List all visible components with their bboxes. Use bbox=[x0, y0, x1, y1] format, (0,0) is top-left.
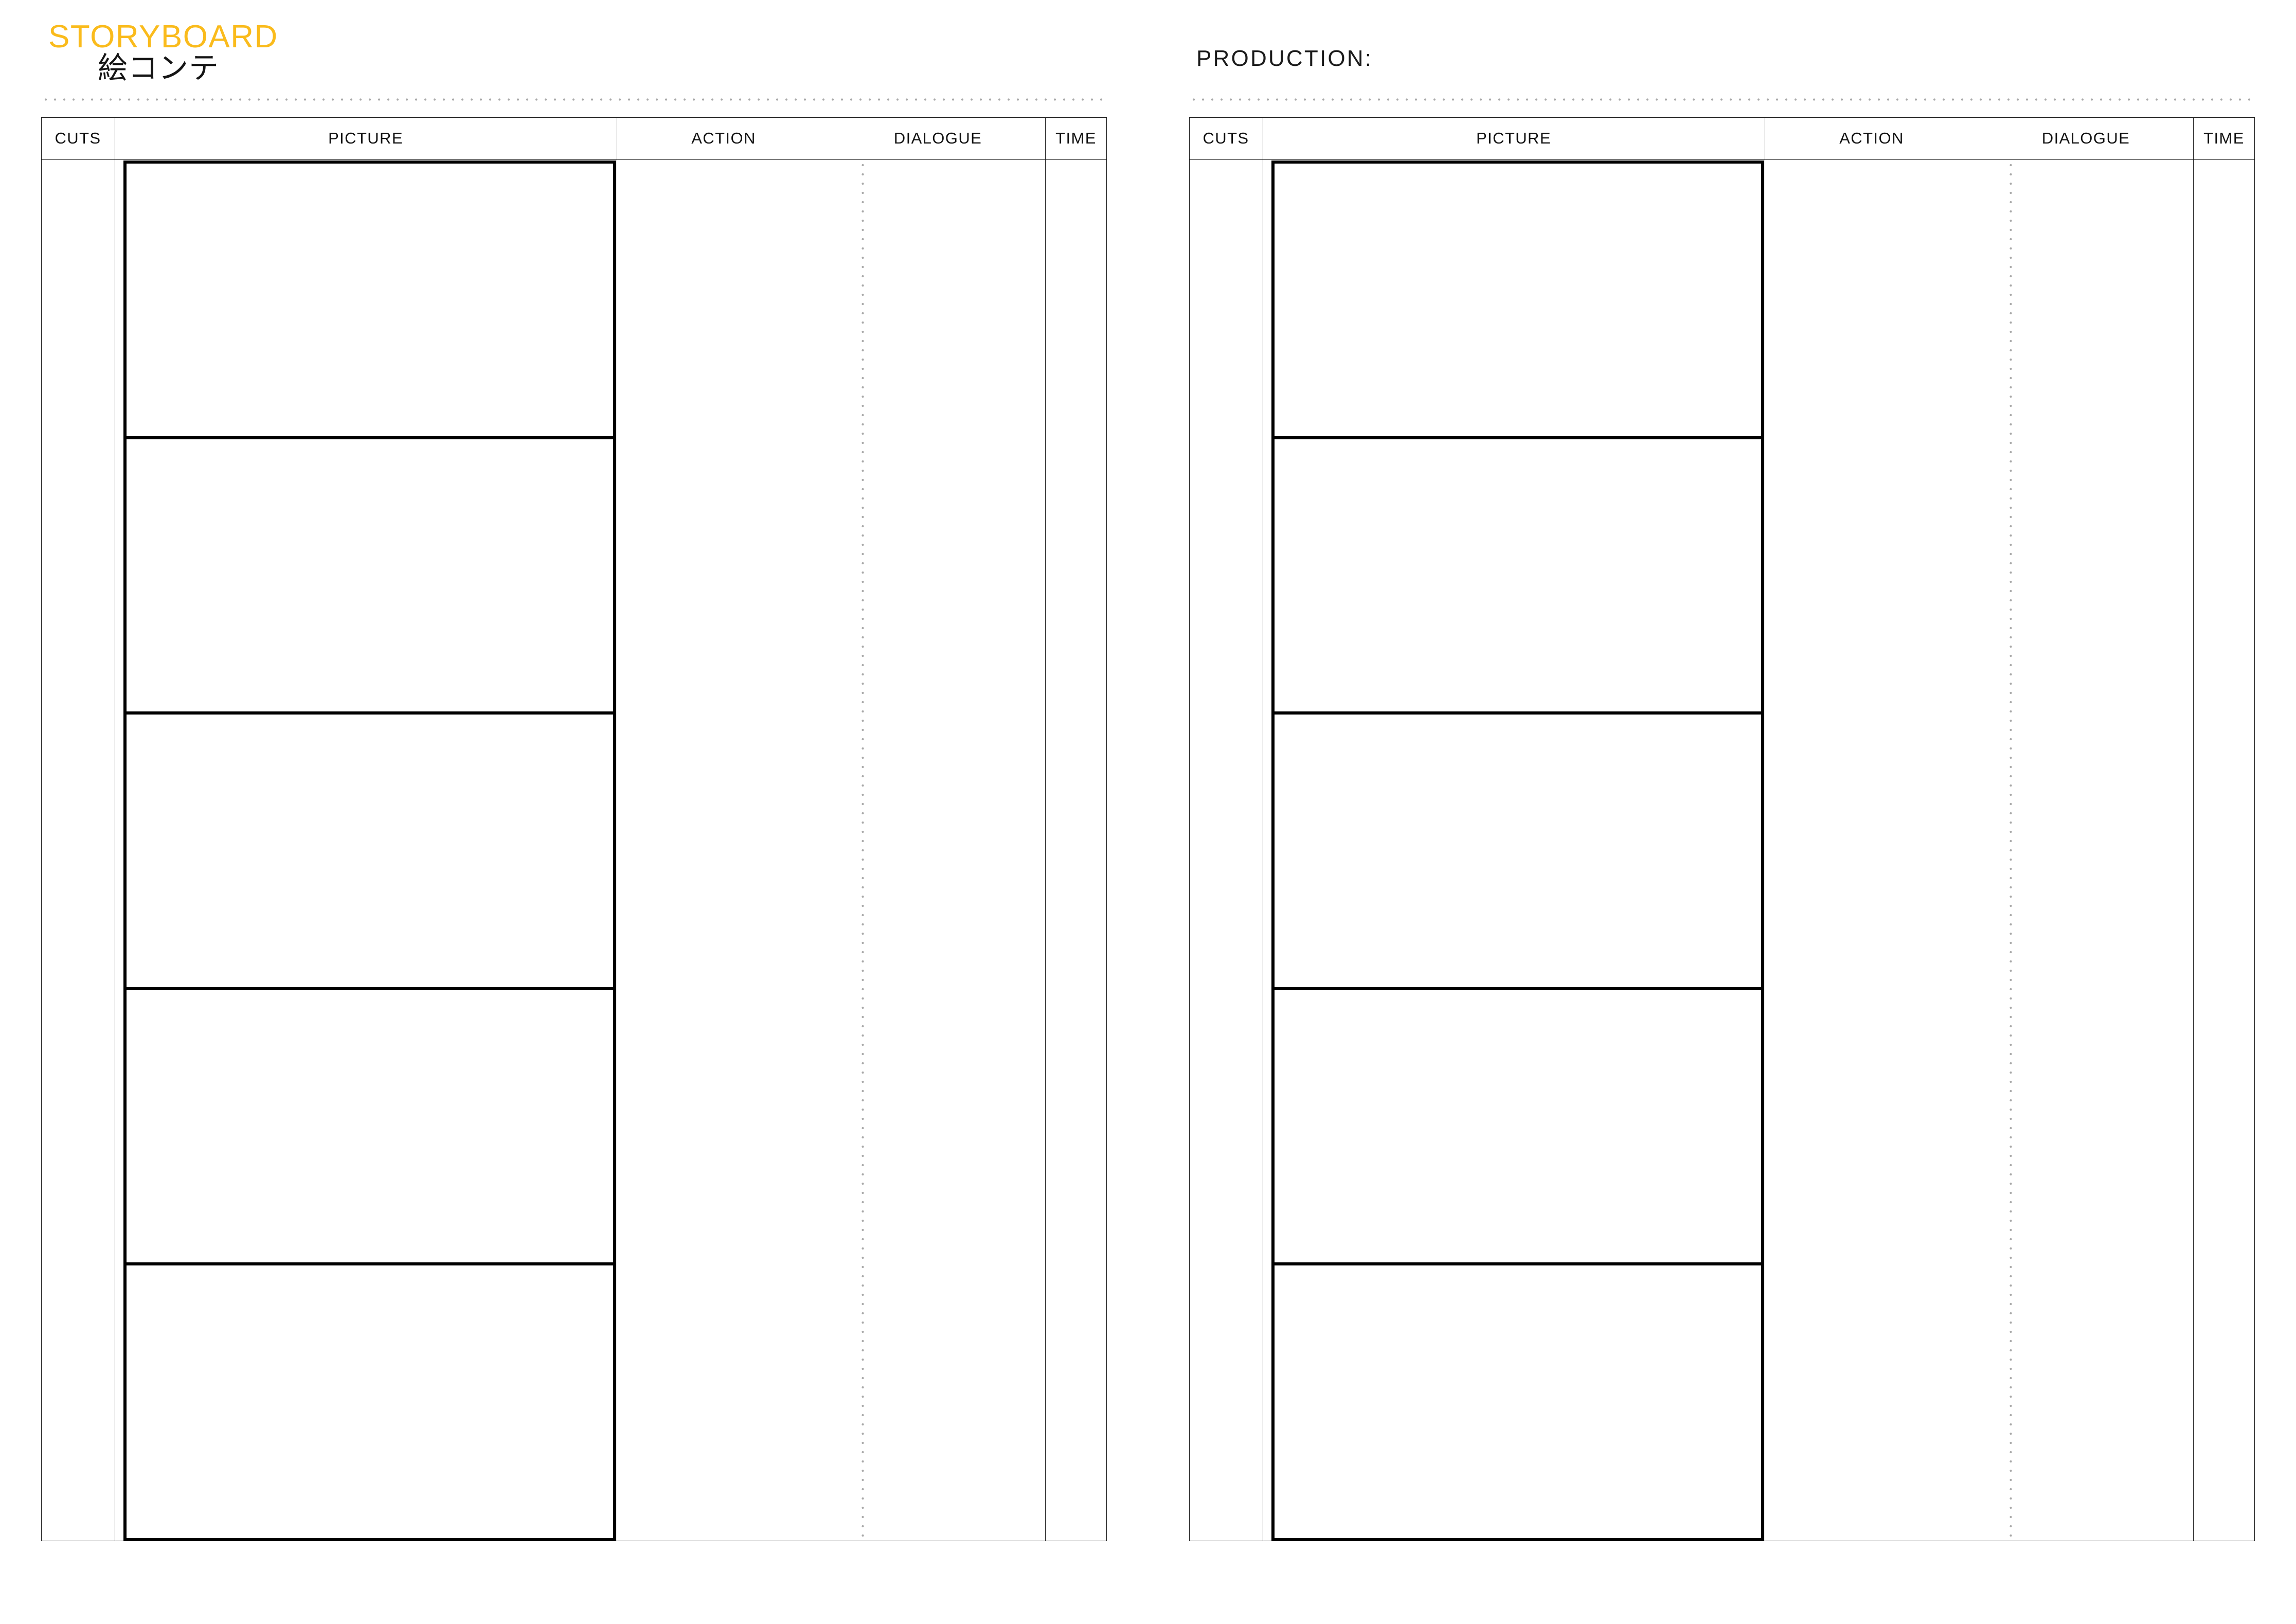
picture-frame[interactable] bbox=[123, 711, 616, 987]
time-write-area-left[interactable] bbox=[1046, 160, 1106, 1541]
storyboard-panel-right: PRODUCTION: CUTS PICTURE ACTION DIALOGUE… bbox=[1189, 0, 2255, 1624]
storyboard-table-left: CUTS PICTURE ACTION DIALOGUE TIME bbox=[41, 117, 1107, 1541]
action-dialogue-dotted-divider-right bbox=[2009, 160, 2013, 1541]
header-dotted-rule-right bbox=[1189, 98, 2255, 101]
time-write-area-right[interactable] bbox=[2194, 160, 2254, 1541]
picture-frame[interactable] bbox=[123, 987, 616, 1263]
dialogue-write-area-left[interactable] bbox=[865, 160, 1045, 1541]
picture-frame[interactable] bbox=[1271, 987, 1764, 1263]
column-header-time-right: TIME bbox=[2203, 129, 2245, 147]
column-header-action-right: ACTION bbox=[1839, 129, 1904, 147]
cuts-write-area-right[interactable] bbox=[1189, 160, 1262, 1541]
production-field[interactable]: PRODUCTION: bbox=[1196, 47, 1814, 70]
header-dotted-rule-left bbox=[41, 98, 1107, 101]
column-header-cuts-left: CUTS bbox=[55, 129, 101, 147]
picture-frame[interactable] bbox=[123, 436, 616, 712]
picture-frame[interactable] bbox=[1271, 1262, 1764, 1541]
storyboard-page: STORYBOARD 絵コンテ CUTS PICTURE ACTION DIAL… bbox=[0, 0, 2296, 1624]
storyboard-panel-left: STORYBOARD 絵コンテ CUTS PICTURE ACTION DIAL… bbox=[41, 0, 1107, 1624]
panel-header-right: PRODUCTION: bbox=[1189, 0, 2255, 99]
column-header-cuts-right: CUTS bbox=[1203, 129, 1249, 147]
storyboard-title-en: STORYBOARD bbox=[48, 19, 278, 55]
picture-frame[interactable] bbox=[123, 1262, 616, 1541]
storyboard-title-jp: 絵コンテ bbox=[98, 50, 220, 85]
picture-frame[interactable] bbox=[123, 160, 616, 436]
panel-header-left: STORYBOARD 絵コンテ bbox=[41, 0, 1107, 99]
picture-frame[interactable] bbox=[1271, 436, 1764, 712]
picture-frame-stack-left bbox=[123, 160, 616, 1541]
column-header-action-left: ACTION bbox=[691, 129, 756, 147]
cuts-write-area-left[interactable] bbox=[41, 160, 114, 1541]
table-header-separator-left bbox=[41, 159, 1107, 160]
dialogue-write-area-right[interactable] bbox=[2013, 160, 2193, 1541]
production-label: PRODUCTION: bbox=[1196, 46, 1373, 71]
action-write-area-left[interactable] bbox=[618, 160, 861, 1541]
picture-frame[interactable] bbox=[1271, 160, 1764, 436]
column-rule-time-left bbox=[1045, 117, 1046, 1541]
column-header-picture-left: PICTURE bbox=[328, 129, 403, 147]
column-header-time-left: TIME bbox=[1055, 129, 1097, 147]
storyboard-title: STORYBOARD 絵コンテ bbox=[48, 19, 563, 85]
action-dialogue-dotted-divider-left bbox=[861, 160, 865, 1541]
action-write-area-right[interactable] bbox=[1766, 160, 2009, 1541]
table-header-separator-right bbox=[1189, 159, 2255, 160]
picture-frame[interactable] bbox=[1271, 711, 1764, 987]
column-header-picture-right: PICTURE bbox=[1476, 129, 1551, 147]
column-header-dialogue-right: DIALOGUE bbox=[2041, 129, 2130, 147]
picture-frame-stack-right bbox=[1271, 160, 1764, 1541]
column-header-dialogue-left: DIALOGUE bbox=[893, 129, 982, 147]
column-rule-time-right bbox=[2193, 117, 2194, 1541]
storyboard-table-right: CUTS PICTURE ACTION DIALOGUE TIME bbox=[1189, 117, 2255, 1541]
